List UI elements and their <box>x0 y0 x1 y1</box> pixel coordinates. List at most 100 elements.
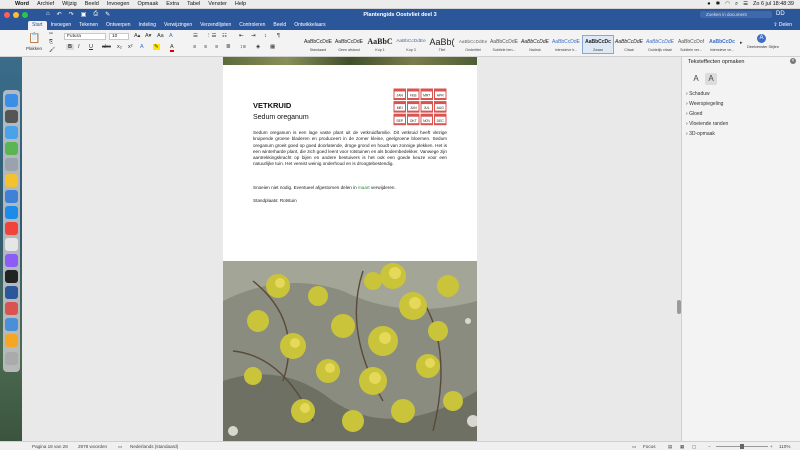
align-center-icon[interactable]: ≡ <box>204 44 207 50</box>
style-zwaar[interactable]: AaBbCcDc Zwaar <box>582 35 614 54</box>
tab-tekenen[interactable]: Tekenen <box>75 21 102 30</box>
user-avatar[interactable]: DD <box>776 11 785 17</box>
effect-soft-edges[interactable]: › Vloeiende randen <box>686 121 728 127</box>
description-paragraph[interactable]: Sedum oreganum is een lage vaste plant u… <box>253 130 447 168</box>
effect-3d-format[interactable]: › 3D-opmaak <box>686 131 715 137</box>
word-count[interactable]: 2978 woorden <box>78 444 107 449</box>
sort-icon[interactable]: ↕ <box>264 33 267 39</box>
style-subtiele-benadrukking[interactable]: AaBbCcDdE Subtiele ben... <box>488 35 520 54</box>
increase-indent-icon[interactable]: ⇥ <box>251 33 256 39</box>
chrome-icon[interactable] <box>5 174 18 187</box>
style-kop-3[interactable]: AaBbCcDdEe Kop 3 <box>395 35 427 54</box>
menu-opmaak[interactable]: Opmaak <box>133 1 162 7</box>
trash-icon[interactable] <box>5 352 18 365</box>
zoom-in-icon[interactable]: + <box>770 444 773 449</box>
style-nadruk[interactable]: AaBbCcDdE Nadruk <box>519 35 551 54</box>
text-effects-icon[interactable]: A <box>140 44 144 50</box>
styles-pane-button[interactable]: Deelvenster Stijlen <box>747 45 779 49</box>
change-case-icon[interactable]: Aa <box>157 33 164 39</box>
menu-venster[interactable]: Venster <box>204 1 231 7</box>
effect-shadow[interactable]: › Schaduw <box>686 91 710 97</box>
menu-extra[interactable]: Extra <box>162 1 183 7</box>
bullets-icon[interactable]: ☰ <box>193 33 198 39</box>
tab-verwijzingen[interactable]: Verwijzingen <box>160 21 196 30</box>
text-effects-icon[interactable]: A <box>705 73 717 85</box>
tab-ontwerpen[interactable]: Ontwerpen <box>102 21 134 30</box>
mail-icon[interactable] <box>5 190 18 203</box>
clear-format-icon[interactable]: A <box>169 33 173 39</box>
style-titel[interactable]: AaBb(Titel <box>426 35 458 54</box>
pruning-paragraph[interactable]: Snoeien niet nodig. Eventueel afgestorve… <box>253 185 447 190</box>
tab-controleren[interactable]: Controleren <box>235 21 269 30</box>
text-fill-icon[interactable]: A <box>690 73 702 85</box>
menu-app[interactable]: Word <box>11 1 33 7</box>
language[interactable]: Nederlands (standaard) <box>130 444 178 449</box>
web-layout-icon[interactable]: ▢ <box>692 444 696 450</box>
style-ondertitel[interactable]: AaBbCcDdEe Ondertitel <box>457 35 489 54</box>
finder-icon[interactable] <box>5 94 18 107</box>
style-intensieve-verwijzing[interactable]: AaBbCcDc Intensieve ve... <box>706 35 738 54</box>
close-window-button[interactable] <box>4 11 10 18</box>
styles-gallery-more-icon[interactable]: ▸ <box>740 40 743 46</box>
multilevel-list-icon[interactable]: ☷ <box>222 33 227 39</box>
launchpad-icon[interactable] <box>5 110 18 123</box>
tab-verzendlijsten[interactable]: Verzendlijsten <box>196 21 235 30</box>
shading-icon[interactable]: ◈ <box>256 44 260 50</box>
sedum-photo[interactable] <box>223 261 477 441</box>
app-store-icon[interactable] <box>5 206 18 219</box>
style-geen-afstand[interactable]: AaBbCcDdE Geen afstand <box>333 35 365 54</box>
minimize-window-button[interactable] <box>13 11 19 18</box>
menu-tabel[interactable]: Tabel <box>183 1 204 7</box>
numbering-icon[interactable]: ⋮☰ <box>206 33 216 39</box>
zoom-out-icon[interactable]: − <box>708 444 711 449</box>
zoom-slider-thumb[interactable] <box>740 444 744 449</box>
subscript-button[interactable]: x₂ <box>117 44 122 50</box>
style-subtiele-verwijzing[interactable]: AaBbCcDof Subtiele ver... <box>675 35 707 54</box>
justify-icon[interactable]: ≣ <box>226 44 231 50</box>
close-icon[interactable]: × <box>790 58 796 64</box>
photos-app-icon[interactable] <box>5 334 18 347</box>
style-standaard[interactable]: AaBbCcDdE Standaard <box>302 35 334 54</box>
style-intensieve-benadrukking[interactable]: AaBbCcDdE Intensieve b... <box>550 35 582 54</box>
music-icon[interactable] <box>5 222 18 235</box>
location-paragraph[interactable]: Standplaats: Rotstuin <box>253 198 297 203</box>
photos-icon[interactable] <box>5 254 18 267</box>
style-duidelijk-citaat[interactable]: AaBbCcDdE Duidelijk citaat <box>644 35 676 54</box>
strikethrough-button[interactable]: abc <box>102 44 111 50</box>
paste-label[interactable]: Plakken <box>26 46 42 51</box>
pilcrow-icon[interactable]: ¶ <box>277 33 280 39</box>
style-citaat[interactable]: AaBbCcDdE Citaat <box>613 35 645 54</box>
page-count[interactable]: Pagina 18 van 28 <box>32 444 68 449</box>
borders-icon[interactable]: ▦ <box>270 44 275 50</box>
menu-beeld[interactable]: Beeld <box>81 1 103 7</box>
word-icon[interactable] <box>5 286 18 299</box>
calendar-app-icon[interactable] <box>5 238 18 251</box>
menu-wijzig[interactable]: Wijzig <box>58 1 81 7</box>
align-right-icon[interactable]: ≡ <box>215 44 218 50</box>
safari-icon[interactable] <box>5 126 18 139</box>
focus-button[interactable]: Focus <box>643 444 656 449</box>
files-icon[interactable] <box>5 158 18 171</box>
effect-reflection[interactable]: › Weerspiegeling <box>686 101 723 107</box>
tab-ontwikkelaars[interactable]: Ontwikkelaars <box>290 21 329 30</box>
undo-icon[interactable]: ↶ <box>57 11 62 18</box>
proofing-icon[interactable]: ▭ <box>118 444 122 450</box>
italic-button[interactable]: I <box>78 44 80 50</box>
superscript-button[interactable]: x² <box>128 44 133 50</box>
tab-indeling[interactable]: Indeling <box>135 21 161 30</box>
plant-latin-name[interactable]: Sedum oreganum <box>253 114 309 121</box>
status-icon[interactable]: ● <box>707 1 710 7</box>
font-color-icon[interactable]: A <box>170 44 174 52</box>
menu-invoegen[interactable]: Invoegen <box>103 1 134 7</box>
preview-icon[interactable] <box>5 318 18 331</box>
highlight-icon[interactable]: ✎ <box>153 44 160 50</box>
print-icon[interactable]: ⎙ <box>93 11 98 18</box>
format-icon[interactable]: ✎ <box>105 11 110 18</box>
tab-invoegen[interactable]: Invoegen <box>47 21 76 30</box>
grow-font-icon[interactable]: A▴ <box>134 33 140 39</box>
bluetooth-icon[interactable]: ✱ <box>716 1 721 7</box>
calendar-icon[interactable] <box>5 302 18 315</box>
tab-beeld[interactable]: Beeld <box>269 21 290 30</box>
focus-icon[interactable]: ▭ <box>632 444 636 450</box>
styles-pane-icon[interactable]: A <box>757 34 766 43</box>
